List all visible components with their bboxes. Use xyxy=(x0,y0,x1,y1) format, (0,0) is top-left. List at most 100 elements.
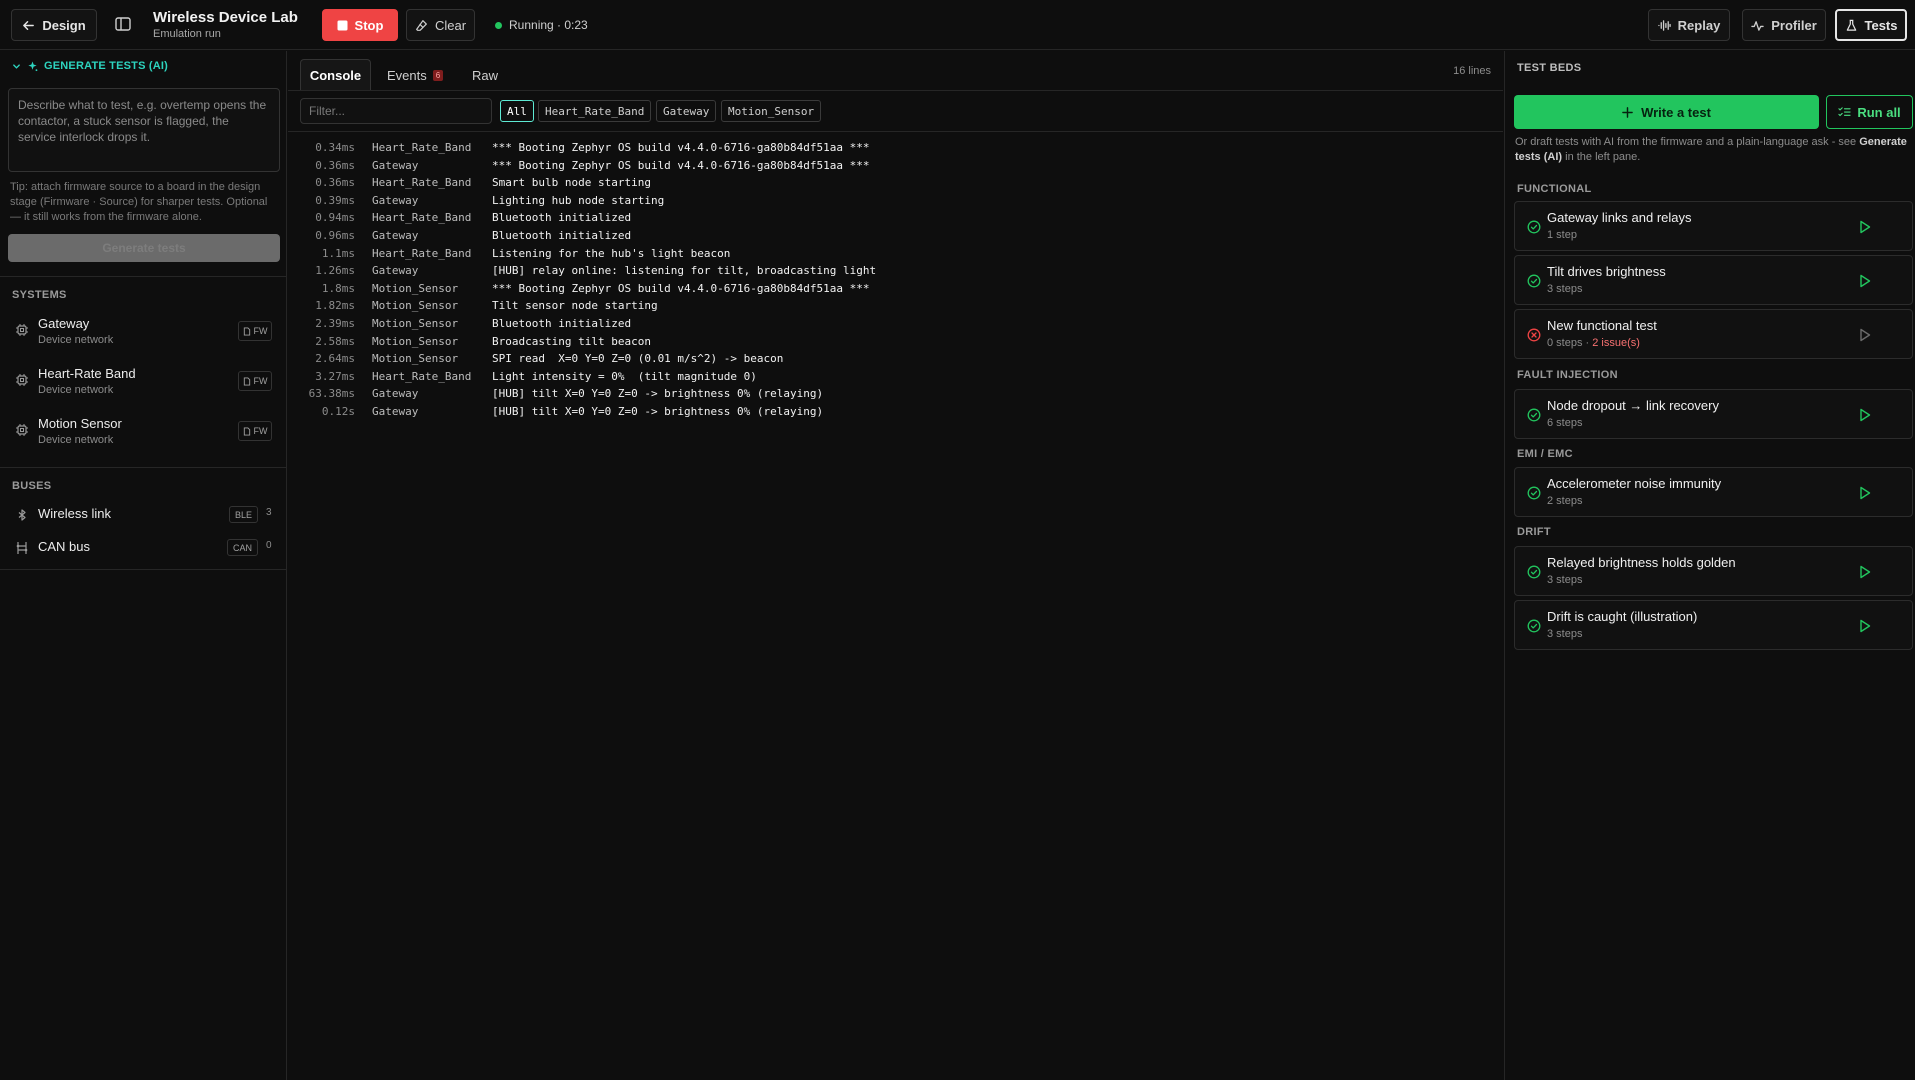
play-icon[interactable] xyxy=(1859,619,1871,633)
replay-button[interactable]: Replay xyxy=(1648,9,1730,41)
bus-node-count: 3 xyxy=(266,507,272,518)
back-label: Design xyxy=(42,17,86,33)
log-source: Motion_Sensor xyxy=(372,334,459,348)
check-circle-icon xyxy=(1527,619,1541,633)
x-circle-icon xyxy=(1527,328,1541,342)
test-card[interactable]: New functional test 0 steps · 2 issue(s) xyxy=(1514,309,1913,359)
run-all-button[interactable]: Run all xyxy=(1826,95,1913,129)
log-message: Smart bulb node starting xyxy=(492,176,651,190)
project-title-block: Wireless Device Lab Emulation run xyxy=(153,9,298,40)
log-line: 2.58ms Motion_Sensor Broadcasting tilt bea… xyxy=(288,333,1503,351)
filter-chip-motion-sensor[interactable]: Motion_Sensor xyxy=(721,100,822,122)
tests-button[interactable]: Tests xyxy=(1835,9,1907,41)
bus-item-can-bus[interactable]: CAN bus CAN 0 xyxy=(0,534,287,562)
write-test-label: Write a test xyxy=(1641,104,1711,120)
test-card[interactable]: Drift is caught (illustration) 3 steps xyxy=(1514,600,1913,650)
log-source: Gateway xyxy=(372,158,419,172)
test-card[interactable]: Accelerometer noise immunity 2 steps xyxy=(1514,467,1913,517)
log-message: SPI read X=0 Y=0 Z=0 (0.01 m/s^2) -> bea… xyxy=(492,352,784,366)
events-count-badge: 6 xyxy=(432,69,444,81)
play-icon[interactable] xyxy=(1859,565,1871,579)
test-name: New functional test xyxy=(1547,318,1657,333)
log-timestamp: 3.27ms xyxy=(315,369,355,383)
sidebar-toggle-button[interactable] xyxy=(114,15,132,33)
log-source: Gateway xyxy=(372,387,419,401)
play-icon[interactable] xyxy=(1859,220,1871,234)
log-line: 63.38ms Gateway [HUB] tilt X=0 Y=0 Z=0 -> … xyxy=(288,385,1503,403)
test-card[interactable]: Gateway links and relays 1 step xyxy=(1514,201,1913,251)
project-title: Wireless Device Lab xyxy=(153,9,298,26)
file-icon xyxy=(243,326,250,336)
bus-item-wireless-link[interactable]: Wireless link BLE 3 xyxy=(0,501,287,529)
log-timestamp: 1.82ms xyxy=(315,299,355,313)
stop-button[interactable]: Stop xyxy=(322,9,398,41)
system-item-gateway[interactable]: Gateway Device network FW xyxy=(0,313,287,359)
test-meta: 3 steps xyxy=(1547,628,1582,640)
system-item-motion-sensor[interactable]: Motion Sensor Device network FW xyxy=(0,413,287,459)
tab-events[interactable]: Events 6 xyxy=(387,59,444,91)
tab-raw[interactable]: Raw xyxy=(472,59,498,91)
back-to-design-button[interactable]: Design xyxy=(11,9,97,41)
help-text-end: in the left pane. xyxy=(1562,151,1641,163)
test-prompt-textarea[interactable]: Describe what to test, e.g. overtemp ope… xyxy=(8,88,280,172)
tab-label: Console xyxy=(309,68,362,83)
test-name: Drift is caught (illustration) xyxy=(1547,609,1698,624)
profiler-button[interactable]: Profiler xyxy=(1742,9,1826,41)
tab-console[interactable]: Console xyxy=(300,59,371,91)
play-icon[interactable] xyxy=(1859,486,1871,500)
systems-label: SYSTEMS xyxy=(12,289,67,301)
filter-chip-heart-rate-band[interactable]: Heart_Rate_Band xyxy=(538,100,652,122)
arrow-left-icon xyxy=(23,20,35,30)
test-card[interactable]: Tilt drives brightness 3 steps xyxy=(1514,255,1913,305)
play-icon[interactable] xyxy=(1859,274,1871,288)
log-message: Tilt sensor node starting xyxy=(492,299,658,313)
log-line: 1.8ms Motion_Sensor *** Booting Zephyr OS … xyxy=(288,280,1503,298)
test-steps: 3 steps xyxy=(1547,628,1583,640)
system-name: Gateway xyxy=(38,316,90,331)
test-card[interactable]: Node dropout → link recovery 6 steps xyxy=(1514,389,1913,439)
generate-tests-header[interactable]: GENERATE TESTS (AI) xyxy=(12,60,168,72)
play-icon[interactable] xyxy=(1859,408,1871,422)
log-filter-input[interactable]: Filter... xyxy=(300,98,492,124)
system-type: Device network xyxy=(38,384,114,396)
firmware-badge[interactable]: FW xyxy=(238,421,272,441)
sidebar-divider xyxy=(0,276,287,277)
replay-label: Replay xyxy=(1677,17,1721,33)
flask-icon xyxy=(1846,19,1856,31)
test-steps: 3 steps xyxy=(1547,574,1583,586)
waveform-icon xyxy=(1657,19,1671,31)
write-test-button[interactable]: Write a test xyxy=(1514,95,1819,129)
tests-label: Tests xyxy=(1864,17,1898,33)
bus-network-icon xyxy=(16,542,28,554)
help-text: Or draft tests with AI from the firmware… xyxy=(1515,136,1860,148)
test-meta: 1 step xyxy=(1547,229,1577,241)
log-timestamp: 0.39ms xyxy=(315,193,355,207)
system-item-heart-rate-band[interactable]: Heart-Rate Band Device network FW xyxy=(0,363,287,409)
test-name: Relayed brightness holds golden xyxy=(1547,555,1736,570)
test-category-label: DRIFT xyxy=(1517,526,1551,538)
test-steps: 3 steps xyxy=(1547,283,1583,295)
test-steps: 0 steps · xyxy=(1547,337,1593,349)
play-icon[interactable] xyxy=(1859,328,1871,342)
firmware-badge[interactable]: FW xyxy=(238,321,272,341)
log-timestamp: 0.36ms xyxy=(315,158,355,172)
activity-icon xyxy=(1751,20,1764,31)
log-timestamp: 1.1ms xyxy=(321,246,355,260)
bus-name: Wireless link xyxy=(38,506,111,521)
log-line: 0.36ms Heart_Rate_Band Smart bulb node sta… xyxy=(288,174,1503,192)
firmware-badge[interactable]: FW xyxy=(238,371,272,391)
test-steps: 6 steps xyxy=(1547,417,1583,429)
check-circle-icon xyxy=(1527,220,1541,234)
check-circle-icon xyxy=(1527,486,1541,500)
sidebar-panel-icon xyxy=(115,17,131,31)
log-message: Light intensity = 0% (tilt magnitude 0) xyxy=(492,369,757,383)
clear-label: Clear xyxy=(434,17,467,33)
log-timestamp: 0.36ms xyxy=(315,176,355,190)
filter-chip-gateway[interactable]: Gateway xyxy=(656,100,717,122)
test-card[interactable]: Relayed brightness holds golden 3 steps xyxy=(1514,546,1913,596)
clear-button[interactable]: Clear xyxy=(406,9,475,41)
firmware-badge-label: FW xyxy=(253,376,268,386)
filter-chip-all[interactable]: All xyxy=(500,100,534,122)
generate-tests-button[interactable]: Generate tests xyxy=(8,234,280,262)
log-message: [HUB] tilt X=0 Y=0 Z=0 -> brightness 0% … xyxy=(492,387,824,401)
